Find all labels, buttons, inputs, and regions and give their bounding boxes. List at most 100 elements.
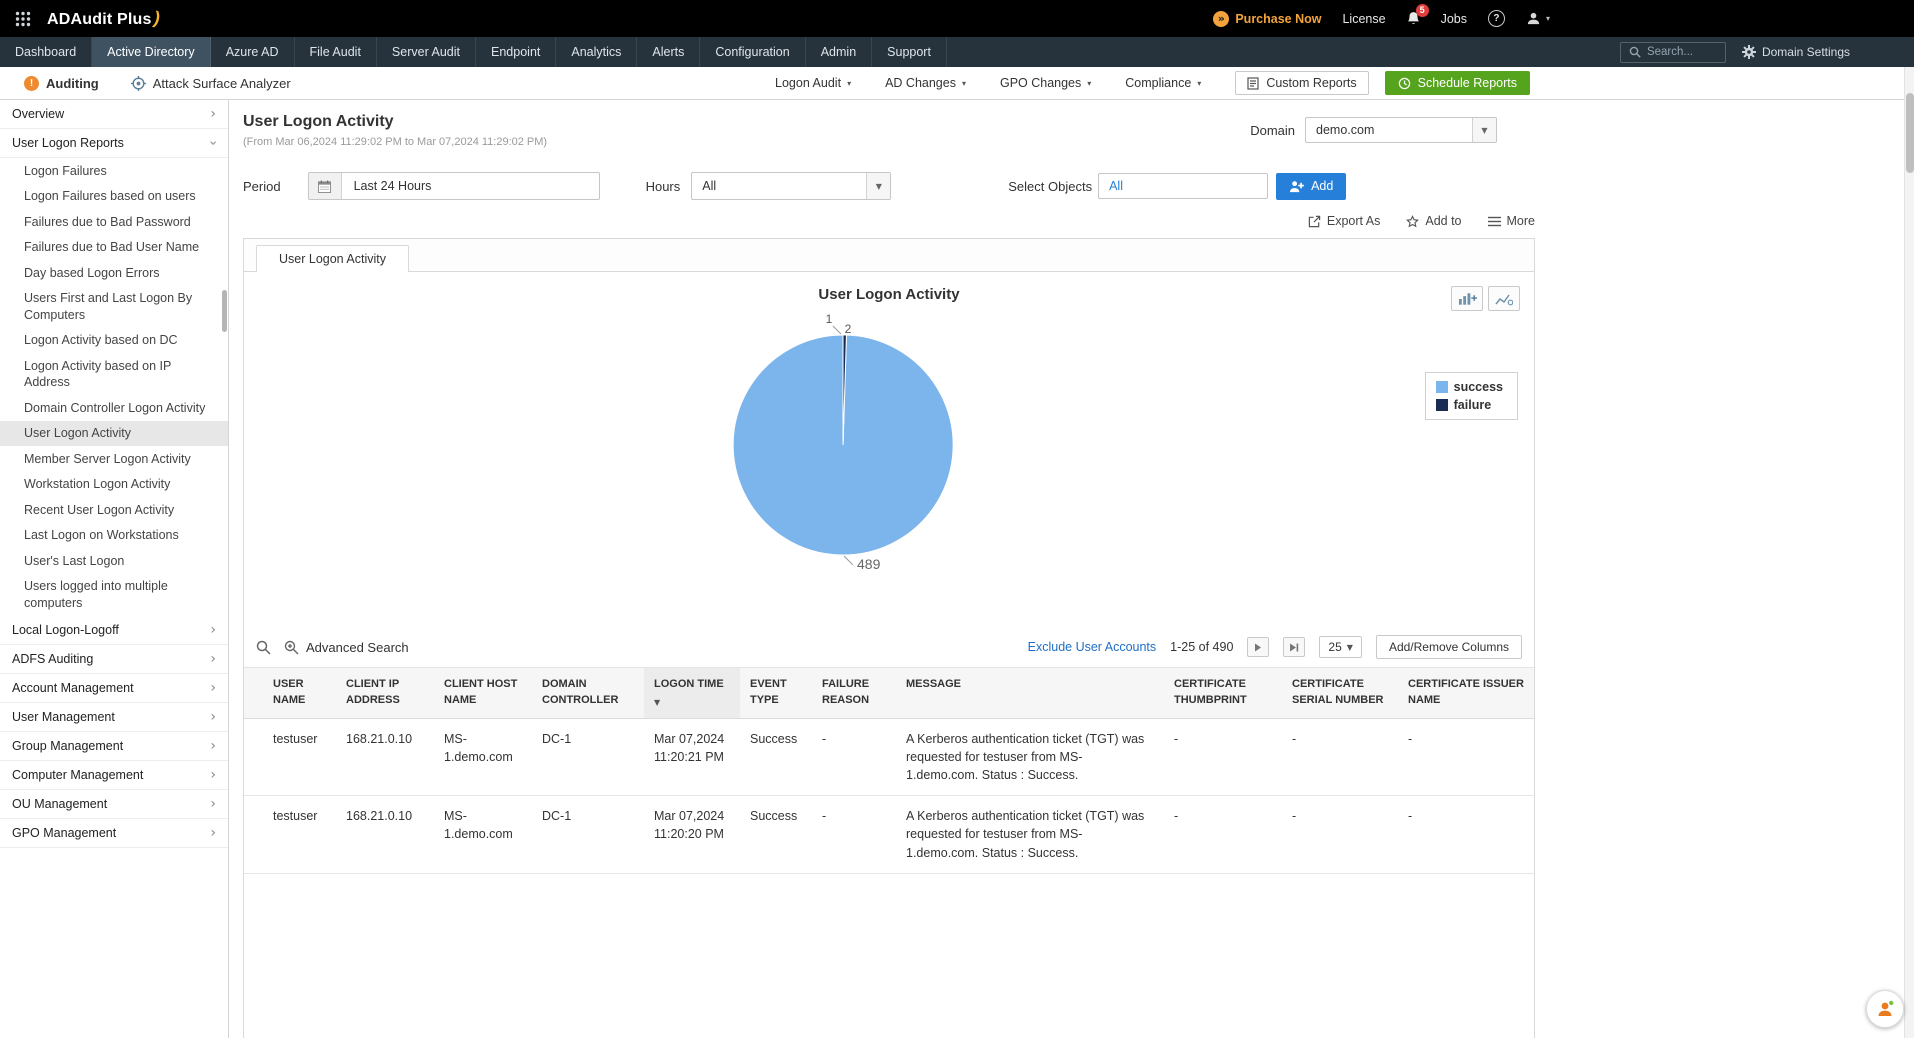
column-header-certificate-serial-number[interactable]: CERTIFICATE SERIAL NUMBER xyxy=(1282,668,1398,719)
column-header-certificate-thumbprint[interactable]: CERTIFICATE THUMBPRINT xyxy=(1164,668,1282,719)
notifications-button[interactable]: 5 xyxy=(1407,11,1420,26)
search-input[interactable] xyxy=(1647,46,1719,58)
chat-widget-button[interactable] xyxy=(1866,990,1904,1028)
column-header-message[interactable]: MESSAGE xyxy=(896,668,1164,719)
sidebar-item-user-logon-activity[interactable]: User Logon Activity xyxy=(0,421,228,447)
sidebar-section-group-management[interactable]: Group Management› xyxy=(0,732,228,761)
calendar-icon[interactable] xyxy=(309,173,342,199)
table-row[interactable]: testuser168.21.0.10MS-1.demo.comDC-1Mar … xyxy=(244,796,1534,873)
sidebar-section-gpo-setting-changes[interactable]: GPO Setting Changes› xyxy=(0,848,228,849)
nav-tab-azure-ad[interactable]: Azure AD xyxy=(211,37,295,67)
nav-tab-admin[interactable]: Admin xyxy=(806,37,872,67)
column-header-client-ip-address[interactable]: CLIENT IP ADDRESS xyxy=(336,668,434,719)
nav-tab-active-directory[interactable]: Active Directory xyxy=(92,37,211,67)
sidebar-section-account-management[interactable]: Account Management› xyxy=(0,674,228,703)
page-scrollbar[interactable] xyxy=(1904,67,1914,1038)
page-size-select[interactable]: 25 ▼ xyxy=(1319,636,1362,658)
column-header-user-name[interactable]: USER NAME xyxy=(244,668,336,719)
sidebar-item-last-logon-on-workstations[interactable]: Last Logon on Workstations xyxy=(0,523,228,549)
table-row[interactable]: testuser168.21.0.10MS-1.demo.comDC-1Mar … xyxy=(244,718,1534,795)
sidebar-item-failures-due-to-bad-password[interactable]: Failures due to Bad Password xyxy=(0,209,228,235)
legend-item-failure[interactable]: failure xyxy=(1436,398,1503,412)
nav-tab-analytics[interactable]: Analytics xyxy=(556,37,637,67)
user-menu[interactable]: ▾ xyxy=(1526,11,1550,26)
sidebar-section-local-logon-logoff[interactable]: Local Logon-Logoff› xyxy=(0,616,228,645)
sidebar-section-overview[interactable]: Overview› xyxy=(0,100,228,129)
sidebar-item-failures-due-to-bad-user-name[interactable]: Failures due to Bad User Name xyxy=(0,235,228,261)
tab-auditing[interactable]: ! Auditing xyxy=(8,67,115,99)
help-icon[interactable]: ? xyxy=(1488,10,1505,27)
menu-ad-changes[interactable]: AD Changes▾ xyxy=(885,76,966,90)
sidebar-item-user-s-last-logon[interactable]: User's Last Logon xyxy=(0,548,228,574)
sidebar-section-user-logon-reports[interactable]: User Logon Reports› xyxy=(0,129,228,158)
page-scrollbar-thumb[interactable] xyxy=(1906,93,1914,173)
sidebar-section-ou-management[interactable]: OU Management› xyxy=(0,790,228,819)
nav-tab-server-audit[interactable]: Server Audit xyxy=(377,37,476,67)
sidebar-item-logon-activity-based-on-dc[interactable]: Logon Activity based on DC xyxy=(0,328,228,354)
select-objects-label: Select Objects xyxy=(1008,179,1092,194)
add-to-button[interactable]: Add to xyxy=(1406,214,1461,228)
license-link[interactable]: License xyxy=(1342,12,1385,26)
column-header-certificate-issuer-name[interactable]: CERTIFICATE ISSUER NAME xyxy=(1398,668,1534,719)
sidebar-item-day-based-logon-errors[interactable]: Day based Logon Errors xyxy=(0,260,228,286)
sidebar-scrollbar[interactable] xyxy=(222,290,227,332)
nav-tab-file-audit[interactable]: File Audit xyxy=(295,37,377,67)
domain-select[interactable]: demo.com ▼ xyxy=(1305,117,1497,143)
last-page-button[interactable] xyxy=(1283,637,1305,657)
column-header-failure-reason[interactable]: FAILURE REASON xyxy=(812,668,896,719)
sidebar-item-member-server-logon-activity[interactable]: Member Server Logon Activity xyxy=(0,446,228,472)
menu-compliance[interactable]: Compliance▾ xyxy=(1125,76,1201,90)
jobs-link[interactable]: Jobs xyxy=(1441,12,1467,26)
tab-user-logon-activity[interactable]: User Logon Activity xyxy=(256,245,409,272)
sidebar-item-users-logged-into-multiple-computers[interactable]: Users logged into multiple computers xyxy=(0,574,228,616)
sidebar-section-adfs-auditing[interactable]: ADFS Auditing› xyxy=(0,645,228,674)
column-header-event-type[interactable]: EVENT TYPE xyxy=(740,668,812,719)
global-search[interactable] xyxy=(1620,42,1726,63)
apps-grid-icon[interactable] xyxy=(12,8,34,30)
column-header-logon-time[interactable]: LOGON TIME▼ xyxy=(644,668,740,719)
exclude-user-accounts-link[interactable]: Exclude User Accounts xyxy=(1028,640,1157,654)
search-icon[interactable] xyxy=(256,640,271,655)
nav-tab-configuration[interactable]: Configuration xyxy=(700,37,805,67)
chart-type-column-button[interactable] xyxy=(1451,286,1483,311)
hours-select[interactable]: All ▼ xyxy=(691,172,891,200)
more-button[interactable]: More xyxy=(1488,214,1535,228)
sidebar-item-logon-failures-based-on-users[interactable]: Logon Failures based on users xyxy=(0,184,228,210)
domain-settings-button[interactable]: Domain Settings xyxy=(1742,45,1850,59)
table-cell: testuser xyxy=(244,796,336,873)
nav-tab-alerts[interactable]: Alerts xyxy=(637,37,700,67)
nav-tab-dashboard[interactable]: Dashboard xyxy=(0,37,92,67)
select-objects-input[interactable]: All xyxy=(1098,173,1268,199)
sidebar-item-logon-activity-based-on-ip-address[interactable]: Logon Activity based on IP Address xyxy=(0,353,228,395)
purchase-now-button[interactable]: » Purchase Now xyxy=(1213,11,1321,27)
period-input[interactable]: Last 24 Hours xyxy=(308,172,600,200)
export-as-button[interactable]: Export As xyxy=(1308,214,1381,228)
add-remove-columns-button[interactable]: Add/Remove Columns xyxy=(1376,635,1522,659)
schedule-reports-button[interactable]: Schedule Reports xyxy=(1385,71,1530,95)
custom-reports-button[interactable]: Custom Reports xyxy=(1235,71,1368,95)
sidebar-item-workstation-logon-activity[interactable]: Workstation Logon Activity xyxy=(0,472,228,498)
add-button[interactable]: Add xyxy=(1276,173,1346,200)
chevron-down-icon: ▾ xyxy=(1197,79,1201,88)
next-page-button[interactable] xyxy=(1247,637,1269,657)
nav-tab-support[interactable]: Support xyxy=(872,37,947,67)
table-cell: testuser xyxy=(244,718,336,795)
sidebar-section-computer-management[interactable]: Computer Management› xyxy=(0,761,228,790)
sidebar-item-users-first-and-last-logon-by-computers[interactable]: Users First and Last Logon By Computers xyxy=(0,286,228,328)
chat-agent-icon xyxy=(1875,999,1895,1019)
tab-attack-surface-analyzer[interactable]: Attack Surface Analyzer xyxy=(115,67,307,99)
sidebar-section-gpo-management[interactable]: GPO Management› xyxy=(0,819,228,848)
legend-item-success[interactable]: success xyxy=(1436,380,1503,394)
sidebar-item-domain-controller-logon-activity[interactable]: Domain Controller Logon Activity xyxy=(0,395,228,421)
sidebar-item-logon-failures[interactable]: Logon Failures xyxy=(0,158,228,184)
column-header-domain-controller[interactable]: DOMAIN CONTROLLER xyxy=(532,668,644,719)
chart-type-line-button[interactable] xyxy=(1488,286,1520,311)
sidebar-section-user-management[interactable]: User Management› xyxy=(0,703,228,732)
sidebar-item-recent-user-logon-activity[interactable]: Recent User Logon Activity xyxy=(0,497,228,523)
menu-gpo-changes[interactable]: GPO Changes▾ xyxy=(1000,76,1091,90)
advanced-search-button[interactable]: Advanced Search xyxy=(284,640,409,655)
pie-chart[interactable]: 12489 xyxy=(683,303,1003,603)
column-header-client-host-name[interactable]: CLIENT HOST NAME xyxy=(434,668,532,719)
nav-tab-endpoint[interactable]: Endpoint xyxy=(476,37,556,67)
menu-logon-audit[interactable]: Logon Audit▾ xyxy=(775,76,851,90)
